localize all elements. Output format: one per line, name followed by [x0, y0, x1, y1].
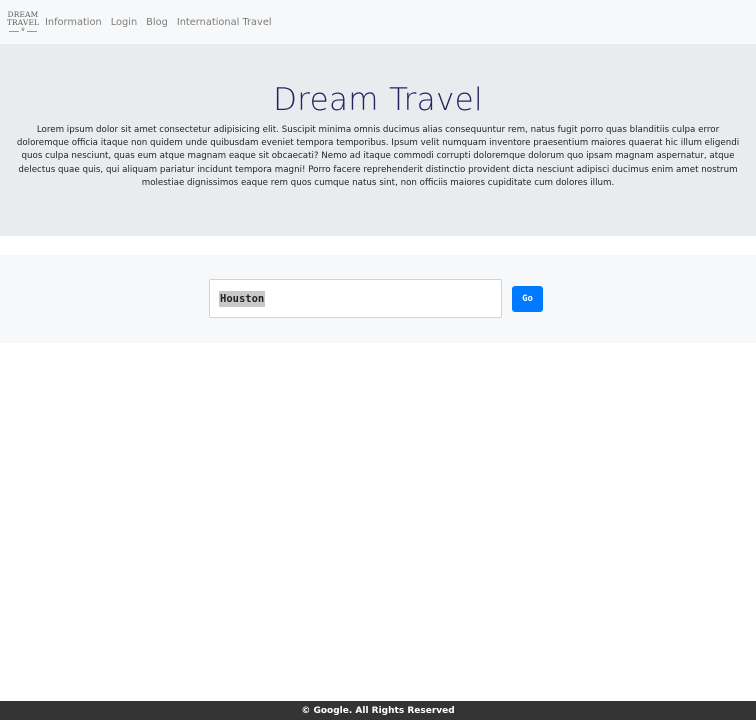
- hero-jumbotron: Dream Travel Lorem ipsum dolor sit amet …: [0, 44, 756, 236]
- nav-link-login[interactable]: Login: [111, 17, 137, 28]
- logo-line-2: TRAVEL: [6, 18, 40, 27]
- go-button[interactable]: Go: [512, 286, 543, 312]
- brand-logo[interactable]: DREAM TRAVEL ♛: [7, 8, 39, 36]
- navbar: DREAM TRAVEL ♛ Information Login Blog In…: [0, 0, 756, 44]
- search-section: Houston Go: [0, 255, 756, 343]
- footer-copyright: © Google. All Rights Reserved: [301, 705, 455, 716]
- footer: © Google. All Rights Reserved: [0, 701, 756, 720]
- page: DREAM TRAVEL ♛ Information Login Blog In…: [0, 0, 756, 720]
- search-input[interactable]: Houston: [209, 279, 502, 318]
- search-input-value: Houston: [219, 290, 266, 307]
- page-title: Dream Travel: [273, 82, 483, 118]
- logo-ornament: ♛: [8, 27, 38, 34]
- logo-line-1: DREAM: [7, 9, 39, 19]
- hero-description: Lorem ipsum dolor sit amet consectetur a…: [16, 125, 740, 188]
- nav-link-information[interactable]: Information: [45, 17, 102, 28]
- nav-links: Information Login Blog International Tra…: [45, 17, 281, 28]
- nav-link-international-travel[interactable]: International Travel: [177, 17, 272, 28]
- nav-link-blog[interactable]: Blog: [146, 17, 168, 28]
